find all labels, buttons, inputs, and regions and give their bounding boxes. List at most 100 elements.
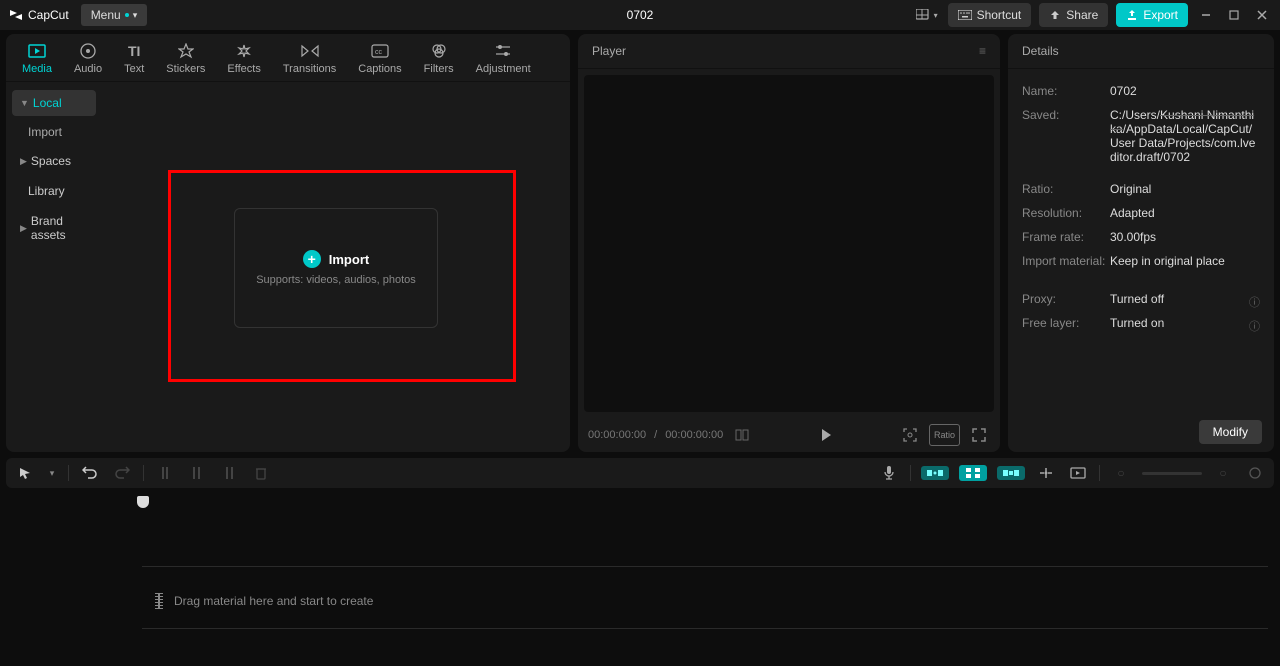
sidebar-item-local[interactable]: ▼Local [12,90,96,116]
minimize-button[interactable] [1196,5,1216,25]
info-icon[interactable]: ⓘ [1249,294,1260,310]
tab-audio[interactable]: Audio [72,40,104,81]
info-icon[interactable]: ⓘ [1249,318,1260,334]
tab-label: Media [22,63,52,75]
magnet-track-button[interactable] [959,465,987,481]
share-label: Share [1066,8,1098,22]
tab-text[interactable]: TI Text [122,40,146,81]
caret-right-icon: ▶ [20,156,27,167]
play-button[interactable] [815,424,837,446]
fullscreen-button[interactable] [968,424,990,446]
playhead[interactable] [142,496,144,666]
tab-media[interactable]: Media [20,40,54,81]
hamburger-icon[interactable]: ≡ [979,44,986,58]
zoom-in-button[interactable]: ○ [1212,462,1234,484]
time-sep: / [654,429,657,441]
drop-hint-text: Drag material here and start to create [174,594,373,608]
scan-icon[interactable] [899,424,921,446]
split-button [154,462,176,484]
detail-freelayer-value: Turned onⓘ [1110,316,1260,330]
details-header: Details [1008,34,1274,69]
tab-filters[interactable]: Filters [422,40,456,81]
undo-button[interactable] [79,462,101,484]
track-divider [142,628,1268,629]
detail-saved-value: C:/Users/Kushani Nimanthika/AppData/Loca… [1110,108,1260,164]
player-panel: Player ≡ 00:00:00:00 / 00:00:00:00 Ratio [578,34,1000,452]
mic-button[interactable] [878,462,900,484]
share-button[interactable]: Share [1039,3,1108,27]
modify-button[interactable]: Modify [1199,420,1262,444]
align-button[interactable] [1035,462,1057,484]
export-label: Export [1143,8,1178,22]
tab-transitions[interactable]: Transitions [281,40,338,81]
sidebar-label: Local [33,96,62,110]
film-icon [158,594,160,608]
trim-left-button [186,462,208,484]
tab-adjustment[interactable]: Adjustment [474,40,533,81]
transitions-icon [300,42,320,60]
caret-right-icon: ▶ [20,223,27,234]
menu-label: Menu [91,8,121,22]
text-icon: TI [124,42,144,60]
adjustment-icon [493,42,513,60]
sidebar-item-import[interactable]: Import [12,120,96,144]
app-name: CapCut [28,8,69,22]
tab-effects[interactable]: Effects [225,40,262,81]
trim-right-button [218,462,240,484]
tab-label: Audio [74,63,102,75]
preview-button[interactable] [1067,462,1089,484]
export-button[interactable]: Export [1116,3,1188,27]
compare-icon[interactable] [731,424,753,446]
selection-dropdown[interactable]: ▾ [46,462,58,484]
import-title: Import [329,252,369,267]
ratio-button[interactable]: Ratio [929,424,960,446]
redo-button[interactable] [111,462,133,484]
sidebar-item-brand-assets[interactable]: ▶Brand assets [12,208,96,248]
media-icon [27,42,47,60]
layout-button[interactable]: ▾ [914,4,940,26]
tab-captions[interactable]: cc Captions [356,40,403,81]
tab-label: Text [124,63,144,75]
tab-stickers[interactable]: Stickers [164,40,207,81]
zoom-slider[interactable] [1142,472,1202,475]
close-button[interactable] [1252,5,1272,25]
player-viewport[interactable] [584,75,994,412]
menu-button[interactable]: Menu ▾ [81,4,148,26]
project-title: 0702 [627,8,654,22]
import-card[interactable]: + Import Supports: videos, audios, photo… [234,208,438,328]
detail-framerate-label: Frame rate: [1022,230,1110,244]
maximize-button[interactable] [1224,5,1244,25]
detail-proxy-label: Proxy: [1022,292,1110,306]
detail-framerate-value: 30.00fps [1110,230,1260,244]
tab-label: Adjustment [476,63,531,75]
tab-label: Transitions [283,63,336,75]
details-title: Details [1022,44,1059,58]
timeline-toolbar: ▾ ○ ○ [6,458,1274,488]
magnet-sub-button[interactable] [997,466,1025,480]
chevron-down-icon: ▾ [934,11,938,20]
audio-icon [78,42,98,60]
timeline-drop-hint: Drag material here and start to create [158,594,373,608]
detail-ratio-value: Original [1110,182,1260,196]
delete-button [250,462,272,484]
zoom-out-button[interactable]: ○ [1110,462,1132,484]
shortcut-label: Shortcut [977,8,1022,22]
tab-label: Effects [227,63,260,75]
unsaved-dot-icon [125,13,129,17]
detail-importmaterial-value: Keep in original place [1110,254,1260,268]
timeline[interactable]: Drag material here and start to create [6,494,1274,664]
stickers-icon [176,42,196,60]
filters-icon [429,42,449,60]
export-icon [1126,9,1138,21]
player-controls: 00:00:00:00 / 00:00:00:00 Ratio [578,418,1000,452]
magnet-main-button[interactable] [921,466,949,480]
sidebar-item-library[interactable]: Library [12,178,96,204]
sidebar-item-spaces[interactable]: ▶Spaces [12,148,96,174]
media-panel: Media Audio TI Text Stickers Effects Tra… [6,34,570,452]
media-sidebar: ▼Local Import ▶Spaces Library ▶Brand ass… [6,82,102,452]
zoom-fit-button[interactable] [1244,462,1266,484]
detail-name-value: 0702 [1110,84,1260,98]
shortcut-button[interactable]: Shortcut [948,3,1032,27]
effects-icon [234,42,254,60]
selection-tool[interactable] [14,462,36,484]
